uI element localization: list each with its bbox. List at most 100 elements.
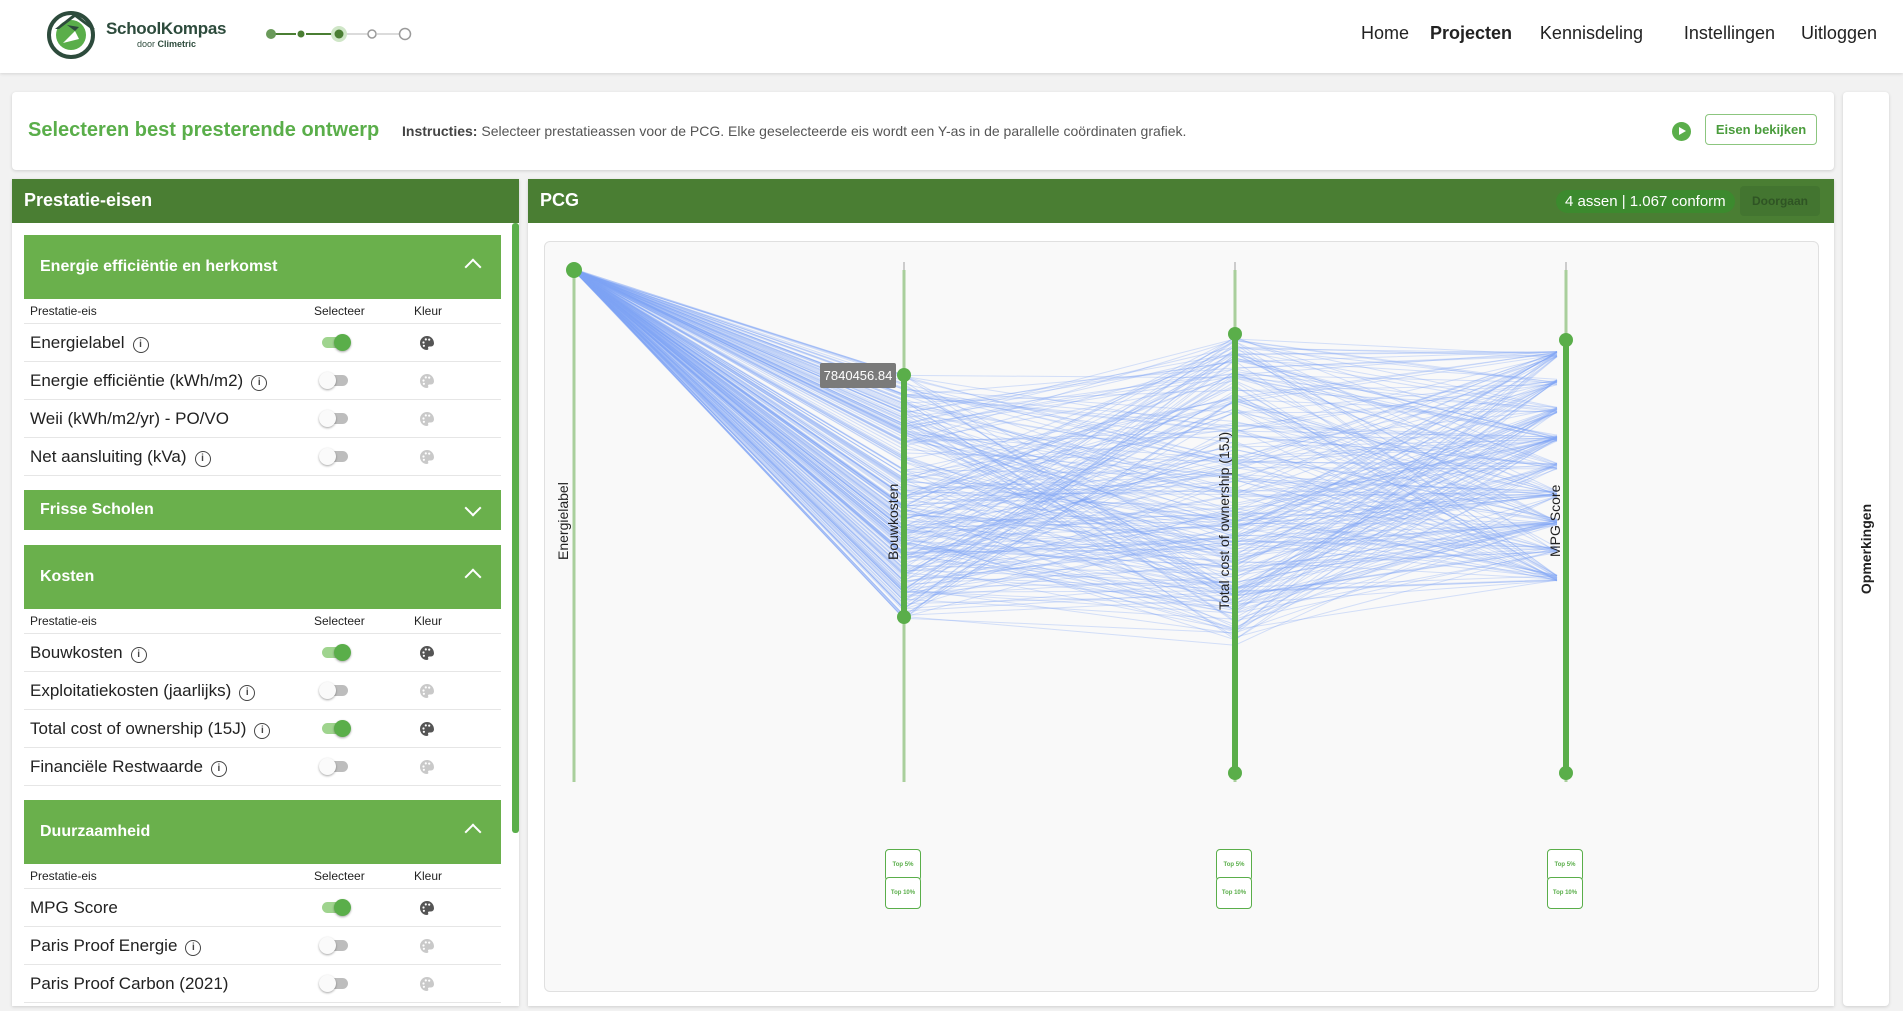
palette-icon[interactable] — [419, 449, 435, 465]
section-header[interactable]: Kosten — [24, 545, 501, 609]
requirement-label: Financiële Restwaarde i — [30, 757, 227, 777]
section-header[interactable]: Energie efficiëntie en herkomst — [24, 235, 501, 299]
axis-point-energielabel — [566, 262, 582, 278]
info-icon[interactable]: i — [132, 337, 149, 353]
col-selecteer: Selecteer — [314, 869, 365, 883]
toggle-knob — [334, 899, 351, 916]
requirement-row: Paris Proof Energie i — [24, 927, 501, 965]
section-header[interactable]: Duurzaamheid — [24, 800, 501, 864]
toggle-knob — [319, 448, 336, 465]
top-10-percent-button[interactable]: Top 10% — [1547, 877, 1583, 909]
select-toggle[interactable] — [322, 334, 351, 351]
chevron-down-icon[interactable] — [464, 499, 482, 517]
select-toggle[interactable] — [319, 682, 348, 699]
section-3: Duurzaamheid Prestatie-eis Selecteer Kleur M… — [24, 800, 501, 1003]
chevron-up-icon[interactable] — [464, 823, 482, 841]
toggle-knob — [319, 410, 336, 427]
progress-stepper — [266, 26, 412, 42]
palette-icon[interactable] — [419, 759, 435, 775]
instructions-body: Selecteer prestatieassen voor de PCG. El… — [481, 123, 1187, 139]
top-10-percent-button[interactable]: Top 10% — [885, 877, 921, 909]
toggle-knob — [319, 372, 336, 389]
nav-kennisdeling[interactable]: Kennisdeling — [1540, 23, 1643, 44]
requirement-name: Bouwkosten — [30, 643, 123, 662]
axis-label: Bouwkosten — [885, 484, 901, 560]
palette-icon[interactable] — [419, 373, 435, 389]
info-icon[interactable]: i — [194, 451, 211, 467]
info-icon[interactable]: i — [130, 647, 147, 663]
pcg-panel: PCG 4 assen | 1.067 conform Doorgaan Ene… — [528, 179, 1834, 1006]
palette-icon[interactable] — [419, 900, 435, 916]
brush-handle-bottom — [1228, 766, 1242, 780]
requirement-label: MPG Score — [30, 898, 118, 918]
palette-icon[interactable] — [419, 411, 435, 427]
requirement-label: Paris Proof Energie i — [30, 936, 202, 956]
info-icon[interactable]: i — [239, 685, 256, 701]
col-prestatie-eis: Prestatie-eis — [30, 614, 97, 628]
nav-home[interactable]: Home — [1361, 23, 1409, 44]
select-toggle[interactable] — [319, 372, 348, 389]
opmerkingen-tab[interactable]: Opmerkingen — [1843, 92, 1889, 1006]
requirement-name: MPG Score — [30, 898, 118, 917]
info-icon[interactable]: i — [210, 761, 227, 777]
palette-icon[interactable] — [419, 976, 435, 992]
requirement-row: Net aansluiting (kVa) i — [24, 438, 501, 476]
select-toggle[interactable] — [319, 758, 348, 775]
panel-title: Prestatie-eisen — [24, 190, 153, 210]
toggle-knob — [334, 334, 351, 351]
info-icon[interactable]: i — [254, 723, 271, 739]
select-toggle[interactable] — [319, 448, 348, 465]
nav-instellingen[interactable]: Instellingen — [1684, 23, 1775, 44]
requirement-name: Energie efficiëntie (kWh/m2) — [30, 371, 244, 390]
pcg-title: PCG — [540, 190, 580, 210]
toggle-knob — [319, 758, 336, 775]
section-0: Energie efficiëntie en herkomst Prestatie… — [24, 235, 501, 476]
top-navigation-bar: SchoolKompas door Climetric Home Project… — [0, 0, 1903, 73]
top-10-percent-button[interactable]: Top 10% — [1216, 877, 1252, 909]
nav-uitloggen[interactable]: Uitloggen — [1801, 23, 1877, 44]
requirements-list[interactable]: Energie efficiëntie en herkomst Prestatie… — [12, 223, 517, 1006]
eisen-bekijken-button[interactable]: Eisen bekijken — [1705, 114, 1817, 145]
axis-label: MPG Score — [1547, 484, 1563, 557]
doorgaan-button[interactable]: Doorgaan — [1740, 186, 1820, 216]
nav-projecten[interactable]: Projecten — [1430, 23, 1512, 44]
info-icon[interactable]: i — [185, 940, 202, 956]
col-kleur: Kleur — [414, 304, 443, 318]
brand-name: SchoolKompas — [106, 19, 227, 38]
palette-icon[interactable] — [419, 938, 435, 954]
section-title: Duurzaamheid — [40, 823, 151, 840]
select-toggle[interactable] — [319, 975, 348, 992]
select-toggle[interactable] — [319, 937, 348, 954]
requirement-row: MPG Score — [24, 889, 501, 927]
opmerkingen-label: Opmerkingen — [1858, 503, 1874, 595]
palette-icon[interactable] — [419, 645, 435, 661]
select-toggle[interactable] — [322, 720, 351, 737]
schoolkompas-logo[interactable]: SchoolKompas door Climetric — [45, 7, 227, 65]
col-prestatie-eis: Prestatie-eis — [30, 869, 97, 883]
prestatie-eisen-panel: Prestatie-eisen Energie efficiëntie en h… — [12, 179, 519, 1006]
requirement-row: Weii (kWh/m2/yr) - PO/VO — [24, 400, 501, 438]
section-header[interactable]: Frisse Scholen — [24, 490, 501, 530]
palette-icon[interactable] — [419, 683, 435, 699]
play-icon[interactable] — [1672, 122, 1691, 141]
select-toggle[interactable] — [322, 899, 351, 916]
chevron-up-icon[interactable] — [464, 568, 482, 586]
parallel-coordinates-chart[interactable]: Energielabel Bouwkosten Total cost of owne… — [544, 241, 1819, 992]
select-toggle[interactable] — [322, 644, 351, 661]
requirement-label: Paris Proof Carbon (2021) — [30, 974, 228, 994]
toggle-knob — [319, 937, 336, 954]
palette-icon[interactable] — [419, 335, 435, 351]
section-title: Frisse Scholen — [40, 501, 154, 518]
toggle-knob — [334, 720, 351, 737]
toggle-knob — [319, 682, 336, 699]
brush-handle-bottom — [1559, 766, 1573, 780]
select-toggle[interactable] — [319, 410, 348, 427]
brand-sub-name: Climetric — [157, 39, 197, 49]
chevron-up-icon[interactable] — [464, 258, 482, 276]
palette-icon[interactable] — [419, 721, 435, 737]
step-5 — [398, 27, 412, 41]
info-icon[interactable]: i — [251, 375, 268, 391]
pcg-svg[interactable]: Energielabel Bouwkosten Total cost of owne… — [545, 242, 1818, 991]
scrollbar-thumb[interactable] — [512, 223, 519, 833]
requirement-label: Weii (kWh/m2/yr) - PO/VO — [30, 409, 229, 429]
